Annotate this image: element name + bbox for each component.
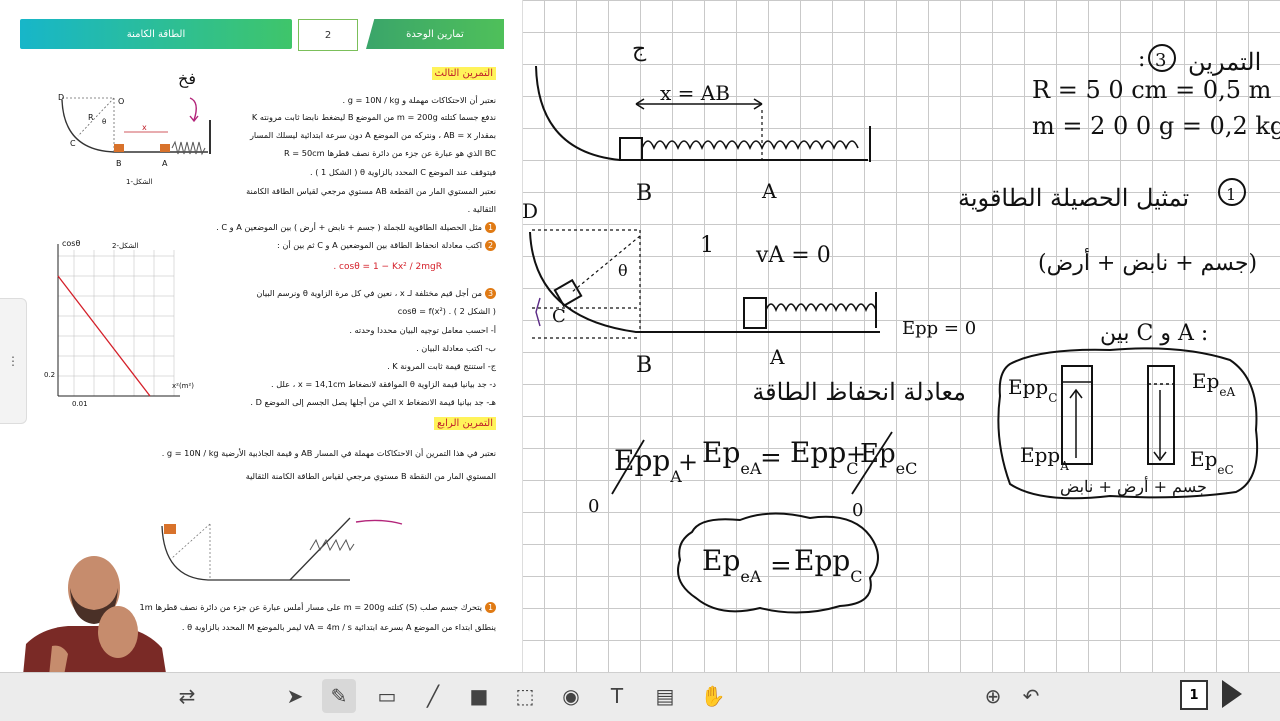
- board-q1-system: (جسم + نابض + أرض): [1038, 247, 1257, 276]
- ex3-question-a: أ- احسب معامل توجيه البيان محددا وحدته .: [349, 325, 496, 335]
- board-point-B-mid: B: [636, 353, 652, 378]
- ex3-line-4: BC الذي هو عبارة عن جزء من دائرة نصف قطر…: [284, 148, 496, 158]
- fig1-point-D: D: [58, 93, 64, 102]
- board-zero-right: 0: [852, 500, 863, 521]
- board-point-A-mid: A: [769, 345, 785, 369]
- fig1-label-x: x: [142, 123, 147, 132]
- board-annotations: ج x = AB B A D C θ 1 vA = 0 B A Epp = 0 …: [522, 37, 1280, 614]
- board-point-C: C: [552, 306, 566, 327]
- board-between: بين C و A :: [1100, 321, 1208, 346]
- board-eq-lhs1: EppA: [614, 444, 682, 486]
- board-point-B-top: B: [636, 181, 652, 206]
- ex3-question-d: د- جد بيانيا قيمة الزاوية θ الموافقة لان…: [271, 379, 496, 389]
- page-number-indicator[interactable]: 1: [1180, 680, 1208, 710]
- bar-label-epe-a: EpeA: [1192, 369, 1236, 399]
- presenter-video: [22, 548, 168, 686]
- board-zero-left: 0: [588, 496, 599, 517]
- target-icon[interactable]: ⊕: [976, 679, 1010, 713]
- board-va: vA = 0: [755, 243, 831, 268]
- ex4-line-1: نعتبر في هذا التمرين أن الاحتكاكات مهملة…: [161, 448, 496, 458]
- header-page-number: 2: [298, 19, 358, 51]
- ex4-title: التمرين الرابع: [434, 417, 496, 430]
- board-theta: θ: [618, 261, 628, 280]
- pen-icon[interactable]: ✎: [322, 679, 356, 713]
- svg-text::: :: [1138, 47, 1145, 72]
- fill-icon[interactable]: ◉: [554, 679, 588, 713]
- fig2-y-axis-label: cosθ: [62, 239, 80, 248]
- board-q1-num: 1: [1226, 185, 1236, 204]
- ex3-line-3: بمقدار AB = x ، ونتركه من الموضع A دون س…: [249, 130, 496, 140]
- board-exercise-title: التمرين: [1188, 48, 1261, 76]
- figure-2-graph: cosθ x²(m²) 0.2 0.01 الشكل-2: [44, 239, 194, 408]
- fig1-point-B: B: [116, 159, 122, 168]
- board-exercise-num: 3: [1155, 50, 1166, 71]
- bar-label-epp-c: EppC: [1008, 375, 1057, 405]
- line-icon[interactable]: ╱: [416, 679, 450, 713]
- undo-icon[interactable]: ↶: [1014, 679, 1048, 713]
- board-top-mark: ج: [632, 37, 647, 62]
- ex3-line-1: نعتبر أن الاحتكاكات مهملة و g = 10N / kg…: [342, 95, 496, 105]
- fig1-label-R: R: [88, 113, 94, 122]
- switch-view-icon[interactable]: ⇄: [170, 679, 204, 713]
- ex3-formula: cosθ = 1 − Kx² / 2mgR .: [333, 262, 442, 272]
- board-energy-conservation: معادلة انحفاظ الطاقة: [752, 378, 966, 406]
- fig2-x-tick: 0.01: [72, 400, 88, 408]
- board-eq-rhs2: EpeC: [860, 439, 917, 478]
- ex3-question-e: هـ- جد بيانيا قيمة الانضغاط x التي من أج…: [250, 397, 496, 407]
- board-r-given: R = 5 0 cm = 0,5 m: [1032, 76, 1272, 104]
- fig1-caption: الشكل-1: [126, 178, 153, 186]
- board-m-given: m = 2 0 0 g = 0,2 kg: [1032, 112, 1280, 140]
- board-point-D: D: [522, 199, 538, 223]
- fig2-y-tick: 0.2: [44, 371, 55, 379]
- board-epp-zero: Epp = 0: [902, 318, 976, 339]
- fig2-x-axis-label: x²(m²): [172, 382, 194, 390]
- board-q1-text: تمثيل الحصيلة الطاقوية: [958, 184, 1189, 212]
- ex3-question-b: ب- اكتب معادلة البيان .: [416, 343, 496, 353]
- hand-icon[interactable]: ✋: [696, 679, 730, 713]
- figure-ex4-diagram: [161, 517, 403, 581]
- board-result-rhs: EppC: [794, 544, 863, 586]
- header-unit-title: الطاقة الكامنة: [20, 19, 292, 49]
- bar-caption: جسم + أرض + نابض: [1060, 476, 1207, 496]
- select-arrow-icon[interactable]: ➤: [278, 679, 312, 713]
- ex4-question-1b: ينطلق ابتداء من الموضع A بسرعة ابتدائية …: [181, 622, 496, 632]
- fig1-point-O: O: [118, 97, 124, 106]
- fig1-point-A: A: [162, 159, 168, 168]
- board-x-ab: x = AB: [660, 81, 730, 105]
- hand-note: فخ: [178, 69, 196, 88]
- 3d-shape-icon[interactable]: ⬚: [508, 679, 542, 713]
- ex3-question-1: 1مثل الحصيلة الطاقوية للجملة ( جسم + ناب…: [216, 222, 496, 233]
- ex3-line-2: ندفع جسما كتلته m = 200g من الموضع B ليض…: [251, 112, 496, 122]
- svg-text:=: =: [770, 551, 792, 581]
- board-result-lhs: EpeA: [702, 544, 762, 586]
- ex4-question-1: 1يتحرك جسم صلب (S) كتلته m = 200g على مس…: [139, 602, 496, 613]
- bar-label-epe-c: EpeC: [1190, 447, 1234, 477]
- ex3-title: التمرين الثالث: [431, 67, 496, 80]
- fig2-caption: الشكل-2: [112, 242, 139, 250]
- ex3-line-7: الثقالية .: [467, 204, 496, 214]
- header-section-title: تمارين الوحدة: [366, 19, 504, 49]
- figure-1-diagram: D O R C B A x θ الشكل-1 فخ: [58, 69, 211, 186]
- ex3-line-5: فيتوقف عند الموضع C المحدد بالزاوية θ ( …: [310, 167, 496, 177]
- svg-text:+: +: [678, 448, 698, 476]
- text-icon[interactable]: T: [600, 679, 634, 713]
- side-panel-toggle[interactable]: ⋮: [0, 298, 27, 424]
- eraser-icon[interactable]: ▭: [370, 679, 404, 713]
- note-icon[interactable]: ▤: [648, 679, 682, 713]
- fig1-label-theta: θ: [102, 118, 106, 126]
- bottom-toolbar: ⇄ ➤ ✎ ▭ ╱ ■ ⬚ ◉ T ▤ ✋ ⊕ ↶: [0, 672, 1280, 721]
- shape-icon[interactable]: ■: [462, 679, 496, 713]
- board-eq-lhs2: EpeA: [702, 436, 762, 478]
- board-point-A-top: A: [761, 179, 777, 203]
- svg-text:=: =: [760, 443, 782, 473]
- ex3-question-3b: ( الشكل 2 ) . cosθ = f(x²): [397, 306, 496, 316]
- ex3-line-6: نعتبر المستوي المار من القطعة AB مستوي م…: [246, 186, 496, 196]
- ex3-question-3: 3من أجل قيم مختلفة لـ x ، نعين في كل مرة…: [256, 288, 496, 299]
- next-page-icon[interactable]: [1222, 680, 1242, 708]
- fig1-point-C: C: [70, 139, 76, 148]
- board-one: 1: [700, 233, 714, 258]
- ex3-question-2: 2اكتب معادلة انحفاظ الطاقة بين الموضعين …: [277, 240, 496, 251]
- ex4-line-2: المستوي المار من النقطة B مستوي مرجعي لق…: [245, 471, 496, 481]
- ex3-question-c: ج- استنتج قيمة ثابت المرونة K .: [387, 361, 496, 371]
